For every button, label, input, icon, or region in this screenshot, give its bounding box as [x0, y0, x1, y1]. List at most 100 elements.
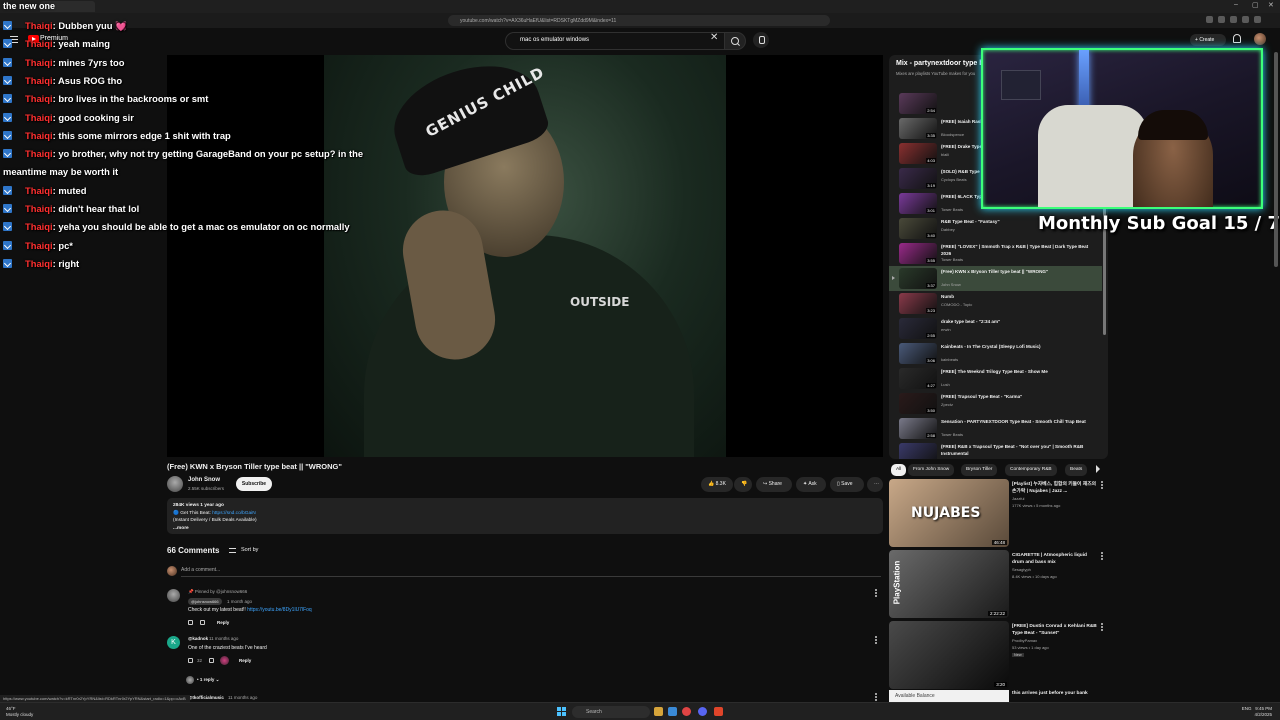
comment-menu-icon[interactable]	[875, 589, 877, 598]
search-input[interactable]: mac os emulator windows	[505, 32, 725, 50]
sort-by-button[interactable]: Sort by	[241, 547, 258, 553]
commenter-avatar[interactable]	[167, 589, 180, 602]
url-field[interactable]: youtube.com/watch?v=AX36uHaEfU&list=RDSK…	[448, 15, 830, 26]
comment-menu-icon[interactable]	[875, 693, 877, 702]
recommended-video[interactable]: PlayStation 2:22:22 CIGARETTE | Atmospheri…	[889, 550, 1111, 620]
comments-count: 66 Comments	[167, 546, 220, 555]
playlist-item[interactable]: 3:37 (Free) KWN x Bryson Tiller type beat…	[889, 266, 1102, 291]
chrome-icon[interactable]	[682, 707, 691, 716]
description-box[interactable]: 284K views 1 year ago 🔵 Get This Beat: h…	[167, 498, 883, 534]
weather-widget[interactable]: 46°F Mostly cloudy	[6, 706, 33, 717]
video-player[interactable]: GENIUS CHILD OUTSIDE	[167, 55, 883, 457]
like-button[interactable]: 👍 8.3K	[701, 477, 733, 492]
page-scrollbar[interactable]	[1274, 52, 1278, 267]
playlist-item[interactable]: 3:23 Numb COMODO - Topic	[889, 291, 1102, 316]
playlist-item[interactable]: 3:50 (FREE) Trapsoul Type Beat - "Karma" Z…	[889, 391, 1102, 416]
extension-icon[interactable]	[1218, 16, 1225, 23]
video-menu-icon[interactable]	[1101, 552, 1103, 561]
taskbar-search[interactable]: Search	[572, 706, 650, 718]
playlist-item[interactable]: (FREE) R&B x Trapsoul Type Beat - "Not o…	[889, 441, 1102, 459]
extension-icon[interactable]	[1242, 16, 1249, 23]
chat-message: meantime may be worth it	[3, 166, 118, 177]
profile-icon[interactable]	[1254, 16, 1261, 23]
add-comment-input[interactable]: Add a comment...	[181, 567, 881, 577]
comment-like-icon[interactable]	[188, 620, 193, 625]
playlist-item[interactable]: 3:06 Kainbeats - In The Crystal (Sleepy L…	[889, 341, 1102, 366]
channel-name[interactable]: John Snow	[188, 477, 220, 483]
video-menu-icon[interactable]	[1101, 623, 1103, 632]
recommended-video[interactable]: 3:20 [FREE] Dustin Conrad x Kehlani R&B T…	[889, 621, 1111, 691]
commenter-avatar[interactable]: K	[167, 636, 180, 649]
save-button[interactable]: ▯ Save	[830, 477, 864, 492]
comment-like-icon[interactable]	[188, 658, 193, 663]
account-avatar[interactable]	[1254, 33, 1266, 45]
chevron-right-icon[interactable]	[1096, 465, 1100, 473]
clear-search-icon[interactable]: ✕	[710, 32, 718, 44]
search-button[interactable]	[724, 32, 746, 50]
comment-dislike-icon[interactable]	[209, 658, 214, 663]
playlist-item[interactable]: 2:58 Sensation - PARTYNEXTDOOR Type Beat …	[889, 416, 1102, 441]
extension-icon[interactable]	[1230, 16, 1237, 23]
playlist-item[interactable]: 2:55 drake type beat - "2:34 am" erwin	[889, 316, 1102, 341]
filter-chip[interactable]: All	[891, 464, 907, 476]
close-window-icon[interactable]: ✕	[1268, 1, 1274, 9]
duration-badge: 3:06	[926, 358, 936, 363]
chat-message: Thaiqi: Asus ROG tho	[3, 75, 122, 86]
pinned-text: Pinned by @johnsnow666	[194, 589, 248, 594]
playlist-item-title: Sensation - PARTYNEXTDOOR Type Beat - Sm…	[941, 419, 1086, 424]
reply-button[interactable]: Reply	[217, 620, 229, 625]
file-explorer-icon[interactable]	[654, 707, 663, 716]
channel-avatar[interactable]	[167, 476, 183, 492]
comment-dislike-icon[interactable]	[200, 620, 205, 625]
dislike-button[interactable]: 👎	[734, 477, 752, 492]
filter-chip[interactable]: From John Snow	[908, 464, 955, 476]
ad-title[interactable]: this arrives just before your bank	[1012, 691, 1088, 696]
comment-menu-icon[interactable]	[875, 636, 877, 645]
webcam-overlay	[981, 48, 1263, 209]
duration-badge: 3:37	[926, 283, 936, 288]
playlist-item[interactable]: 3:55 (FREE) "LOVEX" | Smmoth Trap x R&B |…	[889, 241, 1102, 266]
store-icon[interactable]	[668, 707, 677, 716]
brave-icon[interactable]	[714, 707, 723, 716]
playlist-title[interactable]: Mix - partynextdoor type beat	[896, 60, 994, 67]
comment-author[interactable]: @tkofficialmusic	[188, 695, 224, 700]
comment-author[interactable]: @johnsnow666	[188, 598, 222, 605]
ask-button[interactable]: ✦ Ask	[796, 477, 826, 492]
chat-badge-icon	[3, 258, 12, 268]
beat-link[interactable]: https://snd.co/bGaiN	[212, 511, 255, 516]
recommended-channel: Jazzful	[1012, 496, 1025, 501]
discord-icon[interactable]	[698, 707, 707, 716]
sort-icon[interactable]	[229, 548, 236, 553]
comment-like-count: 32	[197, 658, 203, 663]
filter-chip[interactable]: Bryson Tiller	[961, 464, 998, 476]
video-menu-icon[interactable]	[1101, 481, 1103, 490]
recommended-meta: 177K views • 5 months ago	[1012, 503, 1061, 508]
chat-badge-icon	[3, 130, 12, 140]
tray-lang: ENG	[1241, 706, 1252, 711]
system-tray[interactable]: ENG 9:45 PM 4/2/2025	[1242, 706, 1272, 717]
view-replies-button[interactable]: • 1 reply ⌄	[197, 677, 219, 683]
description-more[interactable]: ...more	[173, 525, 877, 533]
filter-chip[interactable]: Beats	[1065, 464, 1088, 476]
share-button[interactable]: ↪ Share	[756, 477, 792, 492]
recommended-video[interactable]: NUJABES 46:48 [Playlist] 누자베스, 힙합의 키들이 재즈의…	[889, 479, 1111, 549]
comment-time: 1 month ago	[227, 599, 253, 604]
filter-chip[interactable]: Contemporary R&B	[1005, 464, 1057, 476]
ad-thumbnail[interactable]: Available Balance	[889, 690, 1009, 702]
subscribe-button[interactable]: Subscribe	[236, 477, 272, 491]
create-label: Create	[1199, 37, 1215, 43]
minimize-icon[interactable]: –	[1234, 1, 1238, 8]
reply-button[interactable]: Reply	[239, 658, 251, 663]
comment-author[interactable]: @kadnok	[188, 636, 208, 641]
playlist-item-channel: COMODO - Topic	[941, 302, 973, 307]
maximize-icon[interactable]: ▢	[1252, 1, 1259, 9]
voice-search-icon[interactable]	[753, 32, 769, 48]
extension-icon[interactable]	[1206, 16, 1213, 23]
windows-start-icon[interactable]	[557, 707, 566, 716]
notifications-bell-icon[interactable]	[1233, 34, 1241, 43]
create-button[interactable]: + Create	[1190, 34, 1226, 46]
comment-link[interactable]: https://youtu.be/8Dy1lU7lFoq	[247, 607, 311, 613]
duration-badge: 3:19	[926, 183, 936, 188]
playlist-item[interactable]: 4:27 [FREE] The Weeknd Trilogy Type Beat …	[889, 366, 1102, 391]
more-actions-button[interactable]: ⋯	[867, 477, 883, 492]
